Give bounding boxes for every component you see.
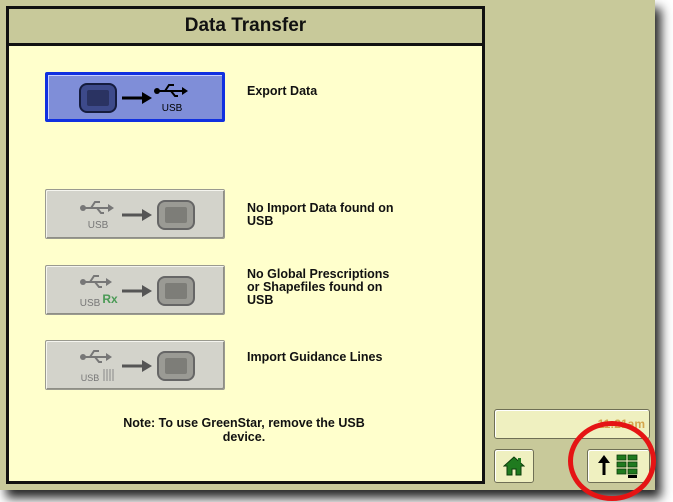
import-usb-to-display-icon: USB bbox=[80, 200, 195, 231]
svg-text:USB: USB bbox=[81, 373, 100, 383]
import-guidance-lines-label-line: Import Guidance Lines bbox=[247, 350, 383, 364]
export-data-label-line: Export Data bbox=[247, 84, 318, 98]
import-guidance-usb-icon: USB bbox=[80, 350, 195, 383]
import-guidance-lines-label: Import Guidance Lines bbox=[247, 351, 467, 364]
svg-text:USB: USB bbox=[162, 103, 183, 114]
export-display-to-usb-icon: USB bbox=[79, 83, 188, 114]
svg-text:USB: USB bbox=[88, 220, 109, 231]
home-icon bbox=[503, 456, 525, 476]
import-guidance-lines-button[interactable]: USB bbox=[45, 340, 225, 390]
import-prescriptions-label: No Global Prescriptions or Shapefiles fo… bbox=[247, 268, 467, 307]
import-prescriptions-button[interactable]: USB Rx bbox=[45, 265, 225, 315]
import-prescription-usb-icon: USB Rx bbox=[80, 275, 195, 309]
import-data-label-line-1: No Import Data found on bbox=[247, 201, 394, 215]
import-data-label: No Import Data found on USB bbox=[247, 202, 467, 228]
page-title: Data Transfer bbox=[9, 9, 482, 46]
home-button[interactable] bbox=[494, 449, 534, 483]
note-line-1: Note: To use GreenStar, remove the USB bbox=[123, 416, 365, 430]
import-prescriptions-label-line-2: or Shapefiles found on bbox=[247, 280, 383, 294]
note-line-2: device. bbox=[222, 430, 266, 444]
export-data-button[interactable]: USB bbox=[45, 72, 225, 122]
usb-removal-note: Note: To use GreenStar, remove the USB d… bbox=[59, 416, 429, 444]
svg-text:Rx: Rx bbox=[102, 292, 118, 306]
import-data-button[interactable]: USB bbox=[45, 189, 225, 239]
import-data-label-line-2: USB bbox=[247, 214, 274, 228]
export-data-label: Export Data bbox=[247, 85, 467, 98]
page-title-text: Data Transfer bbox=[184, 15, 307, 36]
import-prescriptions-label-line-3: USB bbox=[247, 293, 274, 307]
highlight-circle bbox=[568, 421, 656, 501]
svg-text:USB: USB bbox=[80, 298, 101, 309]
data-transfer-panel: Data Transfer USB Export Data USB No Imp… bbox=[6, 6, 485, 484]
